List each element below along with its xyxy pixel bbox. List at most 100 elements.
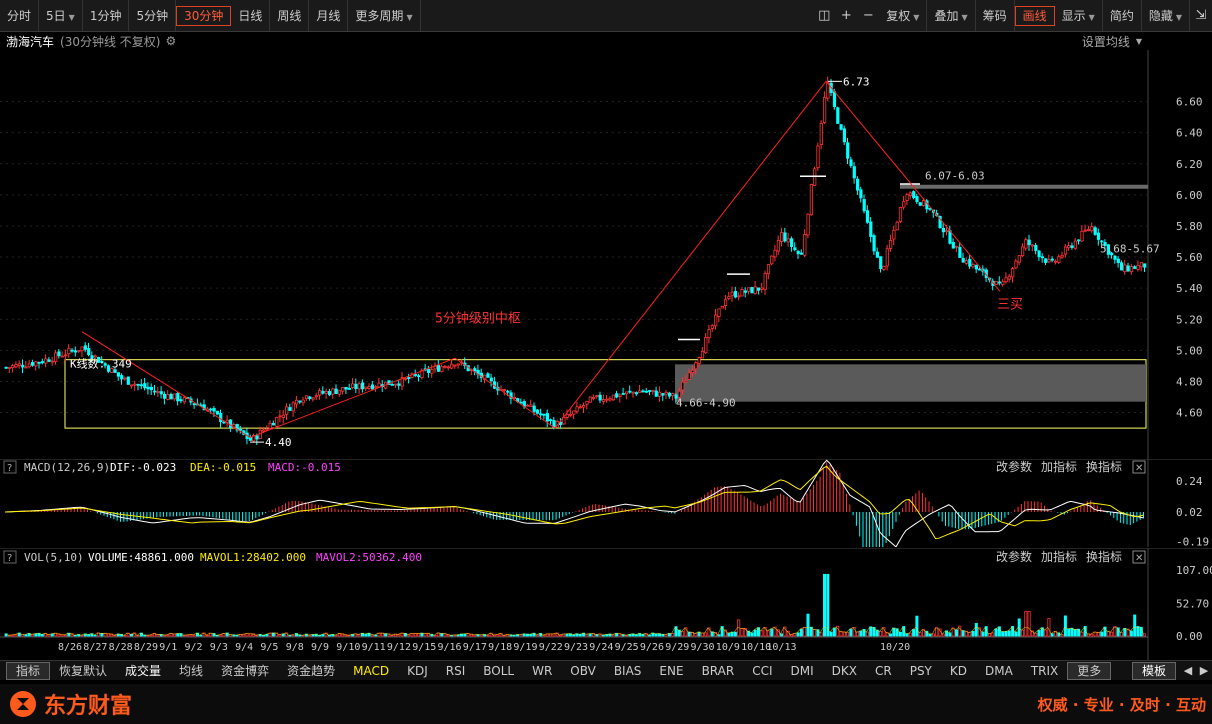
chevron-right-icon[interactable]: ▶ [1196, 661, 1212, 680]
indicator-tab-21[interactable]: DMA [976, 661, 1022, 680]
tab-label: 30分钟 [184, 8, 224, 23]
candle-body [367, 385, 371, 389]
period-tab-3[interactable]: 5分钟 [129, 0, 177, 31]
volume-bar [1120, 632, 1124, 637]
toolbar-button-0[interactable]: 复权 ▼ [879, 0, 928, 31]
indicator-tab-3[interactable]: 均线 [170, 661, 212, 680]
candle-body [1120, 262, 1124, 271]
period-tab-1[interactable]: 5日 ▼ [39, 0, 83, 31]
vol-mavol2: MAVOL2:50362.400 [316, 551, 422, 564]
zoom-out-icon[interactable]: − [857, 0, 879, 31]
indicator-tab-16[interactable]: DMI [782, 661, 823, 680]
candle-body [809, 184, 814, 216]
indicator-tab-4[interactable]: 资金博弈 [212, 661, 278, 680]
candle-body [192, 403, 196, 405]
ma-settings-link[interactable]: 设置均线 [1082, 33, 1130, 50]
gear-icon[interactable]: ⚙ [165, 34, 176, 48]
candle-body [634, 392, 639, 395]
indicator-tab-12[interactable]: BIAS [605, 661, 651, 680]
volume-bar [971, 630, 975, 637]
range-bar [900, 184, 1148, 189]
chevron-left-icon[interactable]: ◀ [1180, 661, 1196, 680]
indicator-tab-8[interactable]: RSI [437, 661, 475, 680]
indicator-tab-22[interactable]: TRIX [1022, 661, 1067, 680]
indicator-tab-18[interactable]: CR [866, 661, 901, 680]
period-tab-7[interactable]: 月线 [309, 0, 349, 31]
y-tick-label: 6.00 [1176, 189, 1203, 202]
main-kline-chart[interactable]: 6.60 6.40 6.20 6.00 5.80 5.60 5.40 5.20 5.00 4.80… [0, 50, 1212, 459]
brand-name: 东方财富 [44, 694, 133, 719]
volume-bar [423, 632, 427, 637]
candle-body [21, 364, 25, 368]
candle-body [750, 287, 754, 294]
toggle-icon[interactable]: ⇲ [1190, 0, 1212, 31]
zoom-in-icon[interactable]: + [835, 0, 857, 31]
volume-panel[interactable]: ? VOL(5,10) VOLUME:48861.000 MAVOL1:28402.0… [0, 548, 1212, 660]
indicator-tab-20[interactable]: KD [941, 661, 976, 680]
indicator-tab-19[interactable]: PSY [901, 661, 941, 680]
toolbar-button-4[interactable]: 显示 ▼ [1055, 0, 1103, 31]
volume-bar [803, 626, 807, 637]
candle-body [978, 268, 982, 271]
candle-body [625, 391, 629, 395]
macd-name: MACD(12,26,9) [24, 461, 110, 474]
indicator-tab-6[interactable]: MACD [344, 661, 398, 680]
candle-body [40, 361, 45, 364]
period-tab-5[interactable]: 日线 [231, 0, 271, 31]
indicator-tab-0[interactable]: 指标 [6, 661, 51, 680]
period-tab-4[interactable]: 30分钟 [176, 5, 232, 26]
indicator-tab-23[interactable]: 更多 [1067, 661, 1112, 680]
candle-body [133, 383, 137, 386]
screenshot-icon[interactable]: ◫ [813, 0, 835, 31]
app-window: 分时 5日 ▼ 1分钟 5分钟 30分钟 日线 周线 月线 更多周期 ▼ ◫ + − 复权 ▼ 叠加 ▼ 筹… [0, 0, 1212, 724]
indicator-tab-1[interactable]: 恢复默认 [50, 661, 116, 680]
volume-bar [40, 633, 44, 637]
indicator-tab-14[interactable]: BRAR [693, 661, 744, 680]
chevron-down-icon: ▼ [1088, 12, 1095, 22]
indicator-tab-2[interactable]: 成交量 [116, 661, 170, 680]
candle-body [813, 168, 817, 186]
candle-body [951, 242, 955, 249]
toolbar-button-1[interactable]: 叠加 ▼ [927, 0, 976, 31]
toolbar-button-5[interactable]: 简约 [1103, 0, 1142, 31]
candle-body [664, 391, 668, 395]
candle-body [291, 402, 295, 412]
period-tab-2[interactable]: 1分钟 [83, 0, 130, 31]
period-tab-0[interactable]: 分时 [0, 0, 40, 31]
chevron-down-icon[interactable]: ▼ [1136, 37, 1142, 46]
volume-bar [753, 629, 757, 637]
x-tick-label: 9/24 [589, 642, 613, 653]
candle-body [512, 396, 517, 399]
indicator-tab-9[interactable]: BOLL [474, 661, 523, 680]
candle-body [456, 363, 460, 366]
indicator-tab-11[interactable]: OBV [561, 661, 605, 680]
candle-body [360, 382, 365, 390]
volume-bar [50, 633, 54, 637]
template-button[interactable]: 模板 [1131, 661, 1176, 680]
candle-body [882, 265, 886, 270]
candle-body [1083, 229, 1087, 232]
indicator-tab-10[interactable]: WR [523, 661, 561, 680]
indicator-tab-17[interactable]: DKX [823, 661, 866, 680]
toolbar-button-3[interactable]: 画线 [1014, 5, 1055, 26]
indicator-tab-13[interactable]: ENE [650, 661, 692, 680]
indicator-tab-15[interactable]: CCI [743, 661, 781, 680]
candle-body [334, 388, 338, 394]
y-tick-label: 5.20 [1176, 313, 1203, 326]
close-icon: ✕ [1135, 553, 1143, 564]
period-tab-6[interactable]: 周线 [270, 0, 310, 31]
volume-bar [1001, 631, 1005, 637]
toolbar-button-2[interactable]: 筹码 [976, 0, 1015, 31]
candle-body [146, 386, 150, 390]
indicator-tab-5[interactable]: 资金趋势 [278, 661, 344, 680]
toolbar-button-6[interactable]: 隐藏 ▼ [1142, 0, 1190, 31]
candle-body [895, 221, 899, 231]
candle-body [1123, 264, 1127, 272]
volume-bar [740, 628, 744, 637]
period-tab-8[interactable]: 更多周期 ▼ [348, 0, 421, 31]
indicator-tab-7[interactable]: KDJ [398, 661, 437, 680]
volume-bar [819, 632, 823, 637]
vol-name: VOL(5,10) [24, 551, 84, 564]
pivot-label: 5分钟级别中枢 [435, 310, 521, 326]
macd-panel[interactable]: ? MACD(12,26,9) DIF:-0.023 DEA:-0.015 MACD:-… [0, 459, 1212, 547]
